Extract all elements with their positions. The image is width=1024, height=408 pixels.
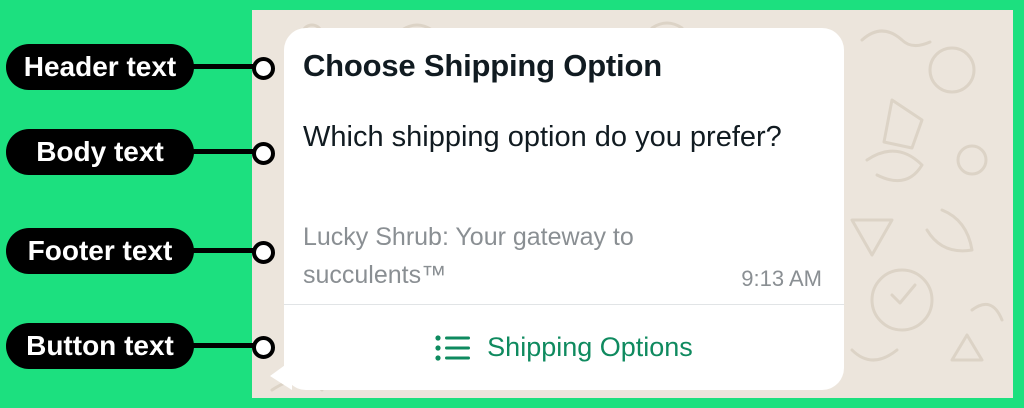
message-bubble: Choose Shipping Option Which shipping op… (284, 28, 844, 390)
list-icon (435, 334, 471, 361)
callout-button-leader (192, 343, 258, 348)
callout-button-dot (252, 336, 275, 359)
callout-header-leader (192, 64, 258, 69)
message-footer: Lucky Shrub: Your gateway to succulents™ (303, 223, 634, 289)
callout-button-text: Button text (6, 323, 194, 369)
shipping-options-button-label: Shipping Options (487, 332, 693, 362)
message-timestamp: 9:13 AM (741, 266, 822, 291)
callout-body-leader (192, 149, 258, 154)
callout-body-text: Body text (6, 129, 194, 175)
callout-body-dot (252, 142, 275, 165)
message-header: Choose Shipping Option (303, 48, 662, 83)
shipping-options-button[interactable]: Shipping Options (284, 305, 844, 390)
callout-footer-leader (192, 248, 258, 253)
callout-header-text: Header text (6, 44, 194, 90)
message-body: Which shipping option do you prefer? (303, 121, 782, 153)
callout-header-dot (252, 57, 275, 80)
callout-footer-text: Footer text (6, 228, 194, 274)
callout-footer-dot (252, 241, 275, 264)
